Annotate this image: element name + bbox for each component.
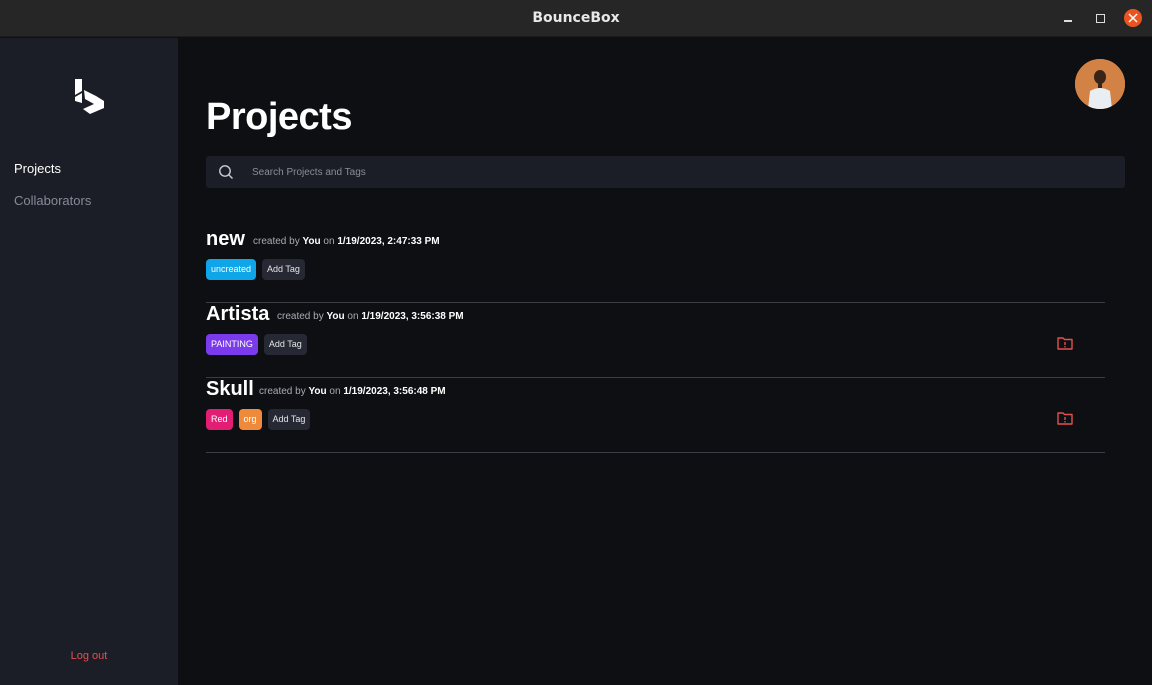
project-author: You — [302, 236, 321, 247]
created-by-label: created by — [253, 236, 300, 247]
close-icon[interactable] — [1124, 9, 1142, 27]
add-tag-button[interactable]: Add Tag — [267, 409, 311, 430]
search-bar — [206, 156, 1125, 188]
maximize-icon[interactable] — [1090, 9, 1110, 29]
minimize-icon[interactable] — [1058, 9, 1078, 29]
on-label: on — [329, 386, 341, 397]
created-by-label: created by — [259, 386, 306, 397]
tag-list: Red org Add Tag — [206, 409, 311, 430]
sidebar: Projects Collaborators Log out — [0, 38, 178, 685]
window-titlebar: BounceBox — [0, 0, 1152, 37]
folder-warning-icon[interactable] — [1056, 409, 1074, 427]
on-label: on — [347, 311, 359, 322]
avatar[interactable] — [1075, 59, 1125, 109]
project-meta: created by You on 1/19/2023, 2:47:33 PM — [253, 236, 440, 247]
on-label: on — [323, 236, 335, 247]
add-tag-button[interactable]: Add Tag — [263, 334, 307, 355]
project-row[interactable]: Skull created by You on 1/19/2023, 3:56:… — [206, 378, 1105, 453]
sidebar-item-collaborators[interactable]: Collaborators — [14, 193, 91, 208]
project-row[interactable]: Artista created by You on 1/19/2023, 3:5… — [206, 303, 1105, 378]
project-name[interactable]: Artista — [206, 303, 269, 326]
project-name[interactable]: Skull — [206, 378, 254, 401]
project-author: You — [326, 311, 345, 322]
logout-button[interactable]: Log out — [0, 650, 178, 662]
project-name[interactable]: new — [206, 228, 245, 251]
project-date: 1/19/2023, 2:47:33 PM — [337, 236, 440, 247]
project-row[interactable]: new created by You on 1/19/2023, 2:47:33… — [206, 228, 1105, 303]
project-date: 1/19/2023, 3:56:48 PM — [343, 386, 446, 397]
tag-painting[interactable]: PAINTING — [206, 334, 258, 355]
created-by-label: created by — [277, 311, 324, 322]
tag-list: uncreated Add Tag — [206, 259, 305, 280]
tag-red[interactable]: Red — [206, 409, 233, 430]
sidebar-item-projects[interactable]: Projects — [14, 161, 61, 176]
folder-warning-icon[interactable] — [1056, 334, 1074, 352]
add-tag-button[interactable]: Add Tag — [262, 259, 305, 280]
logo-icon — [72, 77, 106, 115]
search-input[interactable] — [252, 156, 1112, 188]
project-date: 1/19/2023, 3:56:38 PM — [361, 311, 464, 322]
page-title: Projects — [206, 96, 352, 138]
tag-list: PAINTING Add Tag — [206, 334, 307, 355]
tag-org[interactable]: org — [238, 409, 262, 430]
project-meta: created by You on 1/19/2023, 3:56:48 PM — [259, 386, 446, 397]
window-title: BounceBox — [532, 10, 620, 26]
project-author: You — [308, 386, 327, 397]
main-content: Projects new created by You on 1/19/2023… — [178, 38, 1152, 685]
tag-uncreated[interactable]: uncreated — [206, 259, 257, 280]
search-icon[interactable] — [218, 164, 234, 185]
project-meta: created by You on 1/19/2023, 3:56:38 PM — [277, 311, 464, 322]
